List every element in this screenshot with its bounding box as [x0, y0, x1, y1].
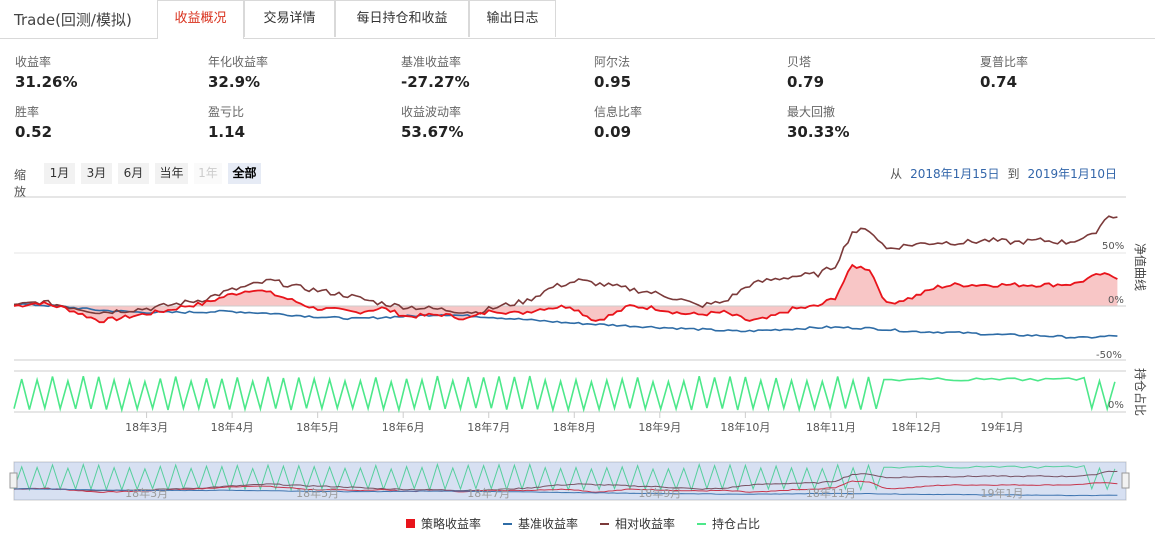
x-tick-label: 18年7月 — [467, 420, 510, 434]
legend-label: 策略收益率 — [421, 517, 482, 531]
stat-value: 0.74 — [980, 73, 1018, 91]
tab-overview[interactable]: 收益概况 — [157, 0, 244, 39]
stat-value: 0.52 — [15, 123, 53, 141]
tab-trade-details[interactable]: 交易详情 — [244, 0, 335, 37]
stat-value: 30.33% — [787, 123, 850, 141]
stat-label: 最大回撤 — [787, 105, 836, 119]
stat-value: 0.95 — [594, 73, 632, 91]
legend-marker — [697, 522, 706, 525]
range-to-label: 到 — [1007, 167, 1020, 181]
stat-return: 收益率 31.26% — [15, 54, 175, 92]
stat-volatility: 收益波动率 53.67% — [401, 104, 561, 142]
stat-label: 夏普比率 — [980, 55, 1029, 69]
stat-label: 阿尔法 — [594, 55, 631, 69]
navigator-tick-label: 18年7月 — [467, 486, 510, 500]
stat-label: 年化收益率 — [208, 55, 269, 69]
stat-sharpe: 夏普比率 0.74 — [980, 54, 1140, 92]
stat-profit-loss-ratio: 盈亏比 1.14 — [208, 104, 368, 142]
pane-title-equity: 净值曲线 — [1133, 243, 1148, 291]
y-tick-0: 0% — [1108, 295, 1124, 306]
stat-label: 信息比率 — [594, 105, 643, 119]
stat-label: 胜率 — [15, 105, 40, 119]
zoom-1y-button[interactable]: 1年 — [194, 163, 222, 184]
navigator-tick-label: 18年11月 — [806, 486, 856, 500]
legend-label: 相对收益率 — [615, 517, 676, 531]
x-tick-label: 18年4月 — [211, 420, 254, 434]
stat-label: 盈亏比 — [208, 105, 245, 119]
legend-item-relative[interactable]: 相对收益率 — [600, 515, 675, 532]
zoom-1m-button[interactable]: 1月 — [44, 163, 75, 184]
legend-marker — [600, 522, 609, 525]
tab-bar: Trade(回测/模拟) 收益概况 交易详情 每日持仓和收益 输出日志 — [0, 0, 1155, 39]
stat-win-rate: 胜率 0.52 — [15, 104, 175, 142]
navigator-left-handle[interactable] — [9, 472, 18, 489]
legend-item-strategy[interactable]: 策略收益率 — [406, 515, 481, 532]
performance-chart[interactable]: 50% 0% -50% 净值曲线 0% 持仓占比 18年3月 18年4月 18年5月… — [0, 190, 1155, 510]
tab-daily-positions[interactable]: 每日持仓和收益 — [335, 0, 469, 37]
legend-item-benchmark[interactable]: 基准收益率 — [503, 515, 578, 532]
range-from-label: 从 — [890, 167, 903, 181]
stat-beta: 贝塔 0.79 — [787, 54, 947, 92]
x-tick-label: 18年6月 — [382, 420, 425, 434]
x-tick-label: 18年8月 — [553, 420, 596, 434]
zoom-ytd-button[interactable]: 当年 — [155, 163, 188, 184]
navigator-selection[interactable] — [14, 462, 1126, 500]
navigator-tick-label: 18年3月 — [125, 486, 168, 500]
y-tick-position-0: 0% — [1108, 400, 1124, 411]
series-position-line — [13, 375, 1116, 414]
stat-information-ratio: 信息比率 0.09 — [594, 104, 754, 142]
date-range: 从 2018年1月15日到 2019年1月10日 — [890, 165, 1125, 182]
x-tick-label: 18年3月 — [125, 420, 168, 434]
y-tick-50: 50% — [1102, 241, 1124, 252]
x-axis: 18年3月 18年4月 18年5月 18年6月 18年7月 18年8月 18年9月 18年10… — [125, 412, 1023, 434]
x-tick-label: 18年11月 — [806, 420, 856, 434]
legend-label: 基准收益率 — [518, 517, 579, 531]
zoom-6m-button[interactable]: 6月 — [118, 163, 149, 184]
x-tick-label: 18年12月 — [891, 420, 941, 434]
stat-label: 贝塔 — [787, 55, 812, 69]
legend-label: 持仓占比 — [712, 517, 761, 531]
stat-label: 收益率 — [15, 55, 52, 69]
stat-value: 0.09 — [594, 123, 632, 141]
x-tick-label: 19年1月 — [980, 420, 1023, 434]
legend-marker — [406, 519, 415, 528]
stat-value: 31.26% — [15, 73, 78, 91]
stat-value: -27.27% — [401, 73, 470, 91]
stat-value: 1.14 — [208, 123, 246, 141]
navigator-tick-label: 18年5月 — [296, 486, 339, 500]
zoom-3m-button[interactable]: 3月 — [81, 163, 112, 184]
stat-annual-return: 年化收益率 32.9% — [208, 54, 368, 92]
zoom-all-button[interactable]: 全部 — [228, 163, 261, 184]
navigator-tick-label: 18年9月 — [638, 486, 681, 500]
range-to-date[interactable]: 2019年1月10日 — [1028, 167, 1117, 181]
stat-max-drawdown: 最大回撤 30.33% — [787, 104, 947, 142]
x-tick-label: 18年5月 — [296, 420, 339, 434]
legend-marker — [503, 522, 512, 525]
stat-alpha: 阿尔法 0.95 — [594, 54, 754, 92]
navigator-tick-label: 19年1月 — [980, 486, 1023, 500]
stat-label: 基准收益率 — [401, 55, 462, 69]
pane-title-position: 持仓占比 — [1133, 368, 1148, 416]
stat-benchmark-return: 基准收益率 -27.27% — [401, 54, 561, 92]
x-tick-label: 18年10月 — [720, 420, 770, 434]
stat-value: 53.67% — [401, 123, 464, 141]
navigator-right-handle[interactable] — [1121, 472, 1130, 489]
range-from-date[interactable]: 2018年1月15日 — [910, 167, 999, 181]
stat-label: 收益波动率 — [401, 105, 462, 119]
series-benchmark-line — [13, 302, 1118, 339]
tab-output-log[interactable]: 输出日志 — [469, 0, 556, 37]
app-title: Trade(回测/模拟) — [14, 11, 132, 29]
strategy-area — [14, 265, 1118, 323]
equity-pane — [13, 215, 1126, 339]
legend-item-position[interactable]: 持仓占比 — [697, 515, 760, 532]
stat-value: 0.79 — [787, 73, 825, 91]
y-tick-neg50: -50% — [1096, 350, 1122, 361]
x-tick-label: 18年9月 — [638, 420, 681, 434]
stat-value: 32.9% — [208, 73, 261, 91]
